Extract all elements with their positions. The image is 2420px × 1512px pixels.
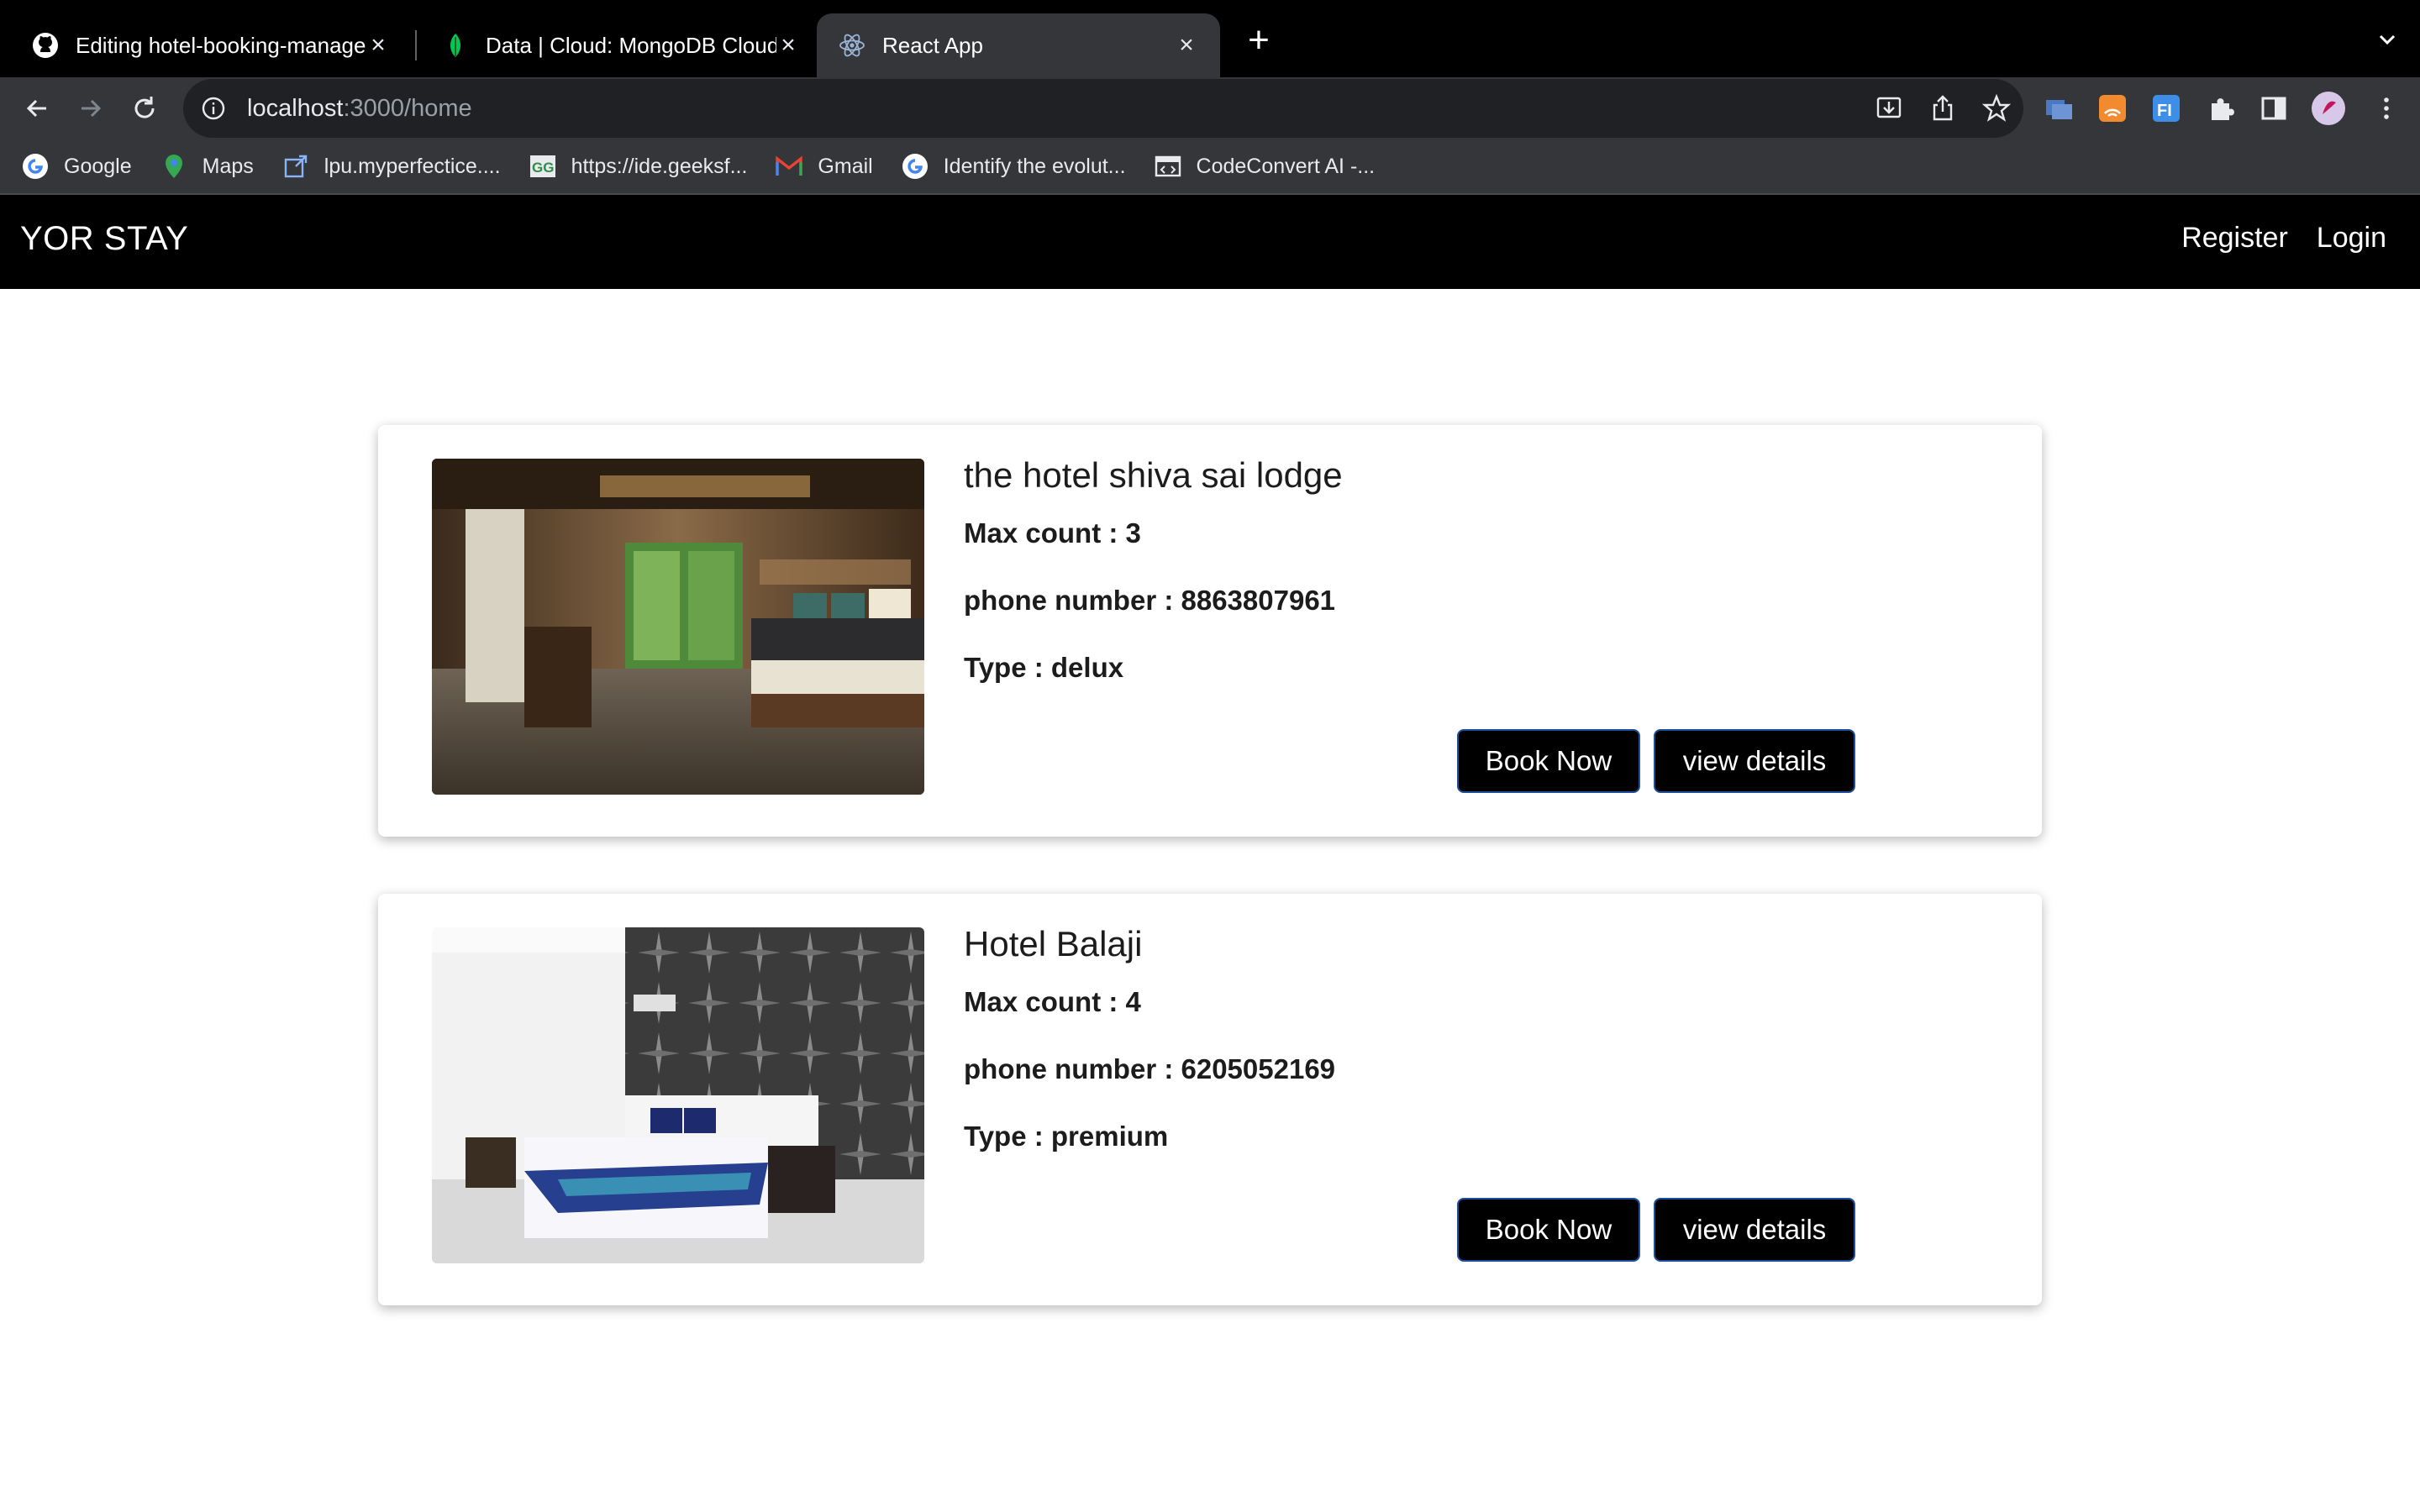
back-arrow-icon[interactable]: [20, 92, 54, 125]
extensions-puzzle-icon[interactable]: [2207, 93, 2237, 123]
max-count: Max count : 4: [964, 986, 1141, 1017]
gmail-icon: [776, 153, 803, 180]
tab-title: Data | Cloud: MongoDB Cloud: [486, 32, 776, 58]
room-type: Type : premium: [964, 1121, 1169, 1152]
phone-number: phone number : 6205052169: [964, 1053, 1336, 1084]
tab-title: React App: [882, 32, 983, 58]
bookmark-lpu[interactable]: lpu.myperfectice....: [282, 153, 501, 180]
view-details-button[interactable]: view details: [1654, 729, 1855, 793]
bookmark-label: https://ide.geeksf...: [571, 154, 748, 178]
bookmark-label: lpu.myperfectice....: [324, 154, 501, 178]
close-tab-icon[interactable]: ×: [776, 31, 800, 59]
reload-icon[interactable]: [128, 92, 161, 125]
geeksforgeeks-icon: GG: [529, 153, 556, 180]
tab-mongodb[interactable]: Data | Cloud: MongoDB Cloud ×: [420, 13, 822, 77]
chevron-down-icon[interactable]: [2375, 27, 2400, 52]
browser-menu-icon[interactable]: [2371, 93, 2402, 123]
address-bar[interactable]: localhost:3000/home: [183, 79, 2023, 138]
svg-text:FI: FI: [2157, 102, 2172, 120]
bookmark-geeksforgeeks[interactable]: GG https://ide.geeksf...: [529, 153, 748, 180]
bookmark-label: Google: [64, 154, 132, 178]
bookmark-codeconvert[interactable]: CodeConvert AI -...: [1155, 153, 1376, 180]
hotel-name: Hotel Balaji: [964, 924, 1143, 963]
room-card: Hotel Balaji Max count : 4 phone number …: [378, 894, 2042, 1305]
tab-github[interactable]: Editing hotel-booking-managem ×: [10, 13, 412, 77]
url-text: localhost:3000/home: [247, 95, 472, 123]
profile-avatar[interactable]: [2311, 91, 2345, 125]
url-host: localhost: [247, 94, 344, 122]
forward-arrow-icon[interactable]: [74, 92, 108, 125]
phone-number: phone number : 8863807961: [964, 585, 1336, 616]
mongodb-leaf-icon: [442, 32, 469, 59]
room-photo: [432, 459, 924, 795]
room-card: the hotel shiva sai lodge Max count : 3 …: [378, 425, 2042, 837]
extension-fi-icon[interactable]: FI: [2151, 93, 2181, 123]
new-tab-icon[interactable]: +: [1240, 22, 1277, 59]
github-icon: [32, 32, 59, 59]
bookmark-google[interactable]: Google: [22, 153, 132, 180]
bookmark-label: CodeConvert AI -...: [1196, 154, 1376, 178]
google-icon: [902, 153, 929, 180]
bookmarks-bar: Google Maps lpu.myperfectice.... GG http…: [0, 139, 2420, 195]
external-link-icon: [282, 153, 309, 180]
svg-text:GG: GG: [532, 160, 554, 176]
extension-wifi-icon[interactable]: [2097, 93, 2128, 123]
book-now-button[interactable]: Book Now: [1457, 1198, 1640, 1262]
site-info-icon[interactable]: [200, 95, 227, 122]
room-type: Type : delux: [964, 652, 1124, 683]
url-path: :3000/home: [343, 94, 472, 122]
bookmark-identify[interactable]: Identify the evolut...: [902, 153, 1126, 180]
browser-toolbar: localhost:3000/home FI: [0, 77, 2420, 139]
view-details-button[interactable]: view details: [1654, 1198, 1855, 1262]
extension-window-icon[interactable]: [2044, 93, 2074, 123]
bookmark-star-icon[interactable]: [1981, 93, 2012, 128]
app-navbar: YOR STAY Register Login: [0, 195, 2420, 289]
react-icon: [839, 32, 865, 59]
nav-links: Register Login: [2181, 222, 2386, 255]
browser-chrome: Editing hotel-booking-managem × Data | C…: [0, 0, 2420, 195]
hotel-name: the hotel shiva sai lodge: [964, 455, 1343, 495]
install-app-icon[interactable]: [1874, 93, 1904, 128]
bookmark-label: Maps: [202, 154, 254, 178]
brand-logo[interactable]: YOR STAY: [20, 220, 188, 258]
book-now-button[interactable]: Book Now: [1457, 729, 1640, 793]
google-icon: [22, 153, 49, 180]
close-tab-icon[interactable]: ×: [1175, 31, 1198, 59]
login-link[interactable]: Login: [2317, 222, 2386, 255]
side-panel-icon[interactable]: [2259, 93, 2289, 123]
codeconvert-icon: [1155, 153, 1181, 180]
share-icon[interactable]: [1928, 93, 1958, 128]
close-tab-icon[interactable]: ×: [366, 31, 390, 59]
room-photo: [432, 927, 924, 1263]
bookmark-label: Identify the evolut...: [943, 154, 1126, 178]
max-count: Max count : 3: [964, 517, 1141, 549]
maps-icon: [160, 153, 187, 180]
tab-separator: [415, 30, 417, 60]
tab-title: Editing hotel-booking-managem: [76, 32, 366, 58]
register-link[interactable]: Register: [2181, 222, 2288, 255]
bookmark-maps[interactable]: Maps: [160, 153, 254, 180]
bookmark-label: Gmail: [818, 154, 873, 178]
tab-react-app[interactable]: React App ×: [817, 13, 1220, 77]
bookmark-gmail[interactable]: Gmail: [776, 153, 873, 180]
tab-strip: Editing hotel-booking-managem × Data | C…: [0, 0, 2420, 77]
